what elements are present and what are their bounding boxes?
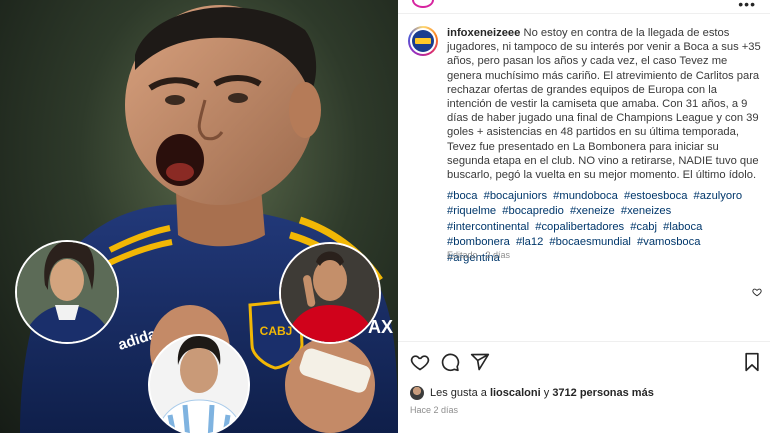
divider	[398, 341, 770, 342]
caption-username[interactable]: infoxeneizeee	[447, 27, 520, 39]
avatar[interactable]	[408, 26, 438, 56]
hashtag-link[interactable]: #la12	[516, 236, 543, 248]
hashtag-link[interactable]: #vamosboca	[637, 236, 700, 248]
comment-like-heart-icon[interactable]	[752, 284, 762, 302]
more-dots-icon[interactable]: •••	[738, 0, 756, 11]
caption-text: No estoy en contra de la llegada de esto…	[447, 27, 761, 182]
header-avatar[interactable]	[412, 0, 434, 8]
likes-count[interactable]: 3712 personas más	[552, 387, 654, 399]
hashtag-link[interactable]: #azulyoro	[694, 190, 743, 202]
inset-player-right	[279, 242, 381, 344]
bookmark-icon[interactable]	[743, 352, 761, 377]
hashtag-link[interactable]: #cabj	[630, 221, 657, 233]
hashtag-link[interactable]: #riquelme	[447, 205, 496, 217]
edited-label: Editado · 2 días	[447, 250, 511, 260]
crest-text: CABJ	[260, 324, 293, 338]
post-image[interactable]: CABJ adidas AX	[0, 0, 398, 433]
post-timestamp: Hace 2 días	[410, 405, 459, 415]
hashtag-link[interactable]: #boca	[447, 190, 477, 202]
hashtag-link[interactable]: #xeneize	[570, 205, 615, 217]
hashtag-link[interactable]: #mundoboca	[553, 190, 618, 202]
hashtag-link[interactable]: #bocaesmundial	[549, 236, 630, 248]
hashtag-link[interactable]: #bocapredio	[502, 205, 564, 217]
likes-line: Les gusta a lioscaloni y 3712 personas m…	[410, 385, 654, 401]
heart-icon[interactable]	[410, 352, 430, 377]
liker-avatar[interactable]	[410, 386, 424, 400]
hashtag-link[interactable]: #laboca	[663, 221, 702, 233]
hashtag-link[interactable]: #intercontinental	[447, 221, 529, 233]
send-icon[interactable]	[470, 352, 490, 377]
post-caption: infoxeneizeee No estoy en contra de la l…	[447, 26, 761, 182]
hashtag-link[interactable]: #xeneizes	[621, 205, 671, 217]
action-bar	[398, 352, 770, 374]
hashtag-link[interactable]: #bocajuniors	[484, 190, 547, 202]
likes-prefix: Les gusta a	[430, 387, 487, 399]
likes-connector: y	[543, 387, 550, 399]
post-image-illustration: CABJ adidas AX	[15, 5, 398, 433]
inset-player-left	[15, 240, 119, 344]
hashtag-link[interactable]: #bombonera	[447, 236, 510, 248]
inset-player-bottom	[148, 334, 250, 433]
header-remnant: •••	[398, 0, 770, 14]
comment-icon[interactable]	[440, 352, 460, 377]
hashtag-link[interactable]: #copalibertadores	[535, 221, 624, 233]
hashtag-link[interactable]: #estoesboca	[624, 190, 687, 202]
post-sidebar: ••• infoxeneizeee No estoy en contra de …	[398, 0, 770, 433]
likes-user[interactable]: lioscaloni	[490, 387, 541, 399]
